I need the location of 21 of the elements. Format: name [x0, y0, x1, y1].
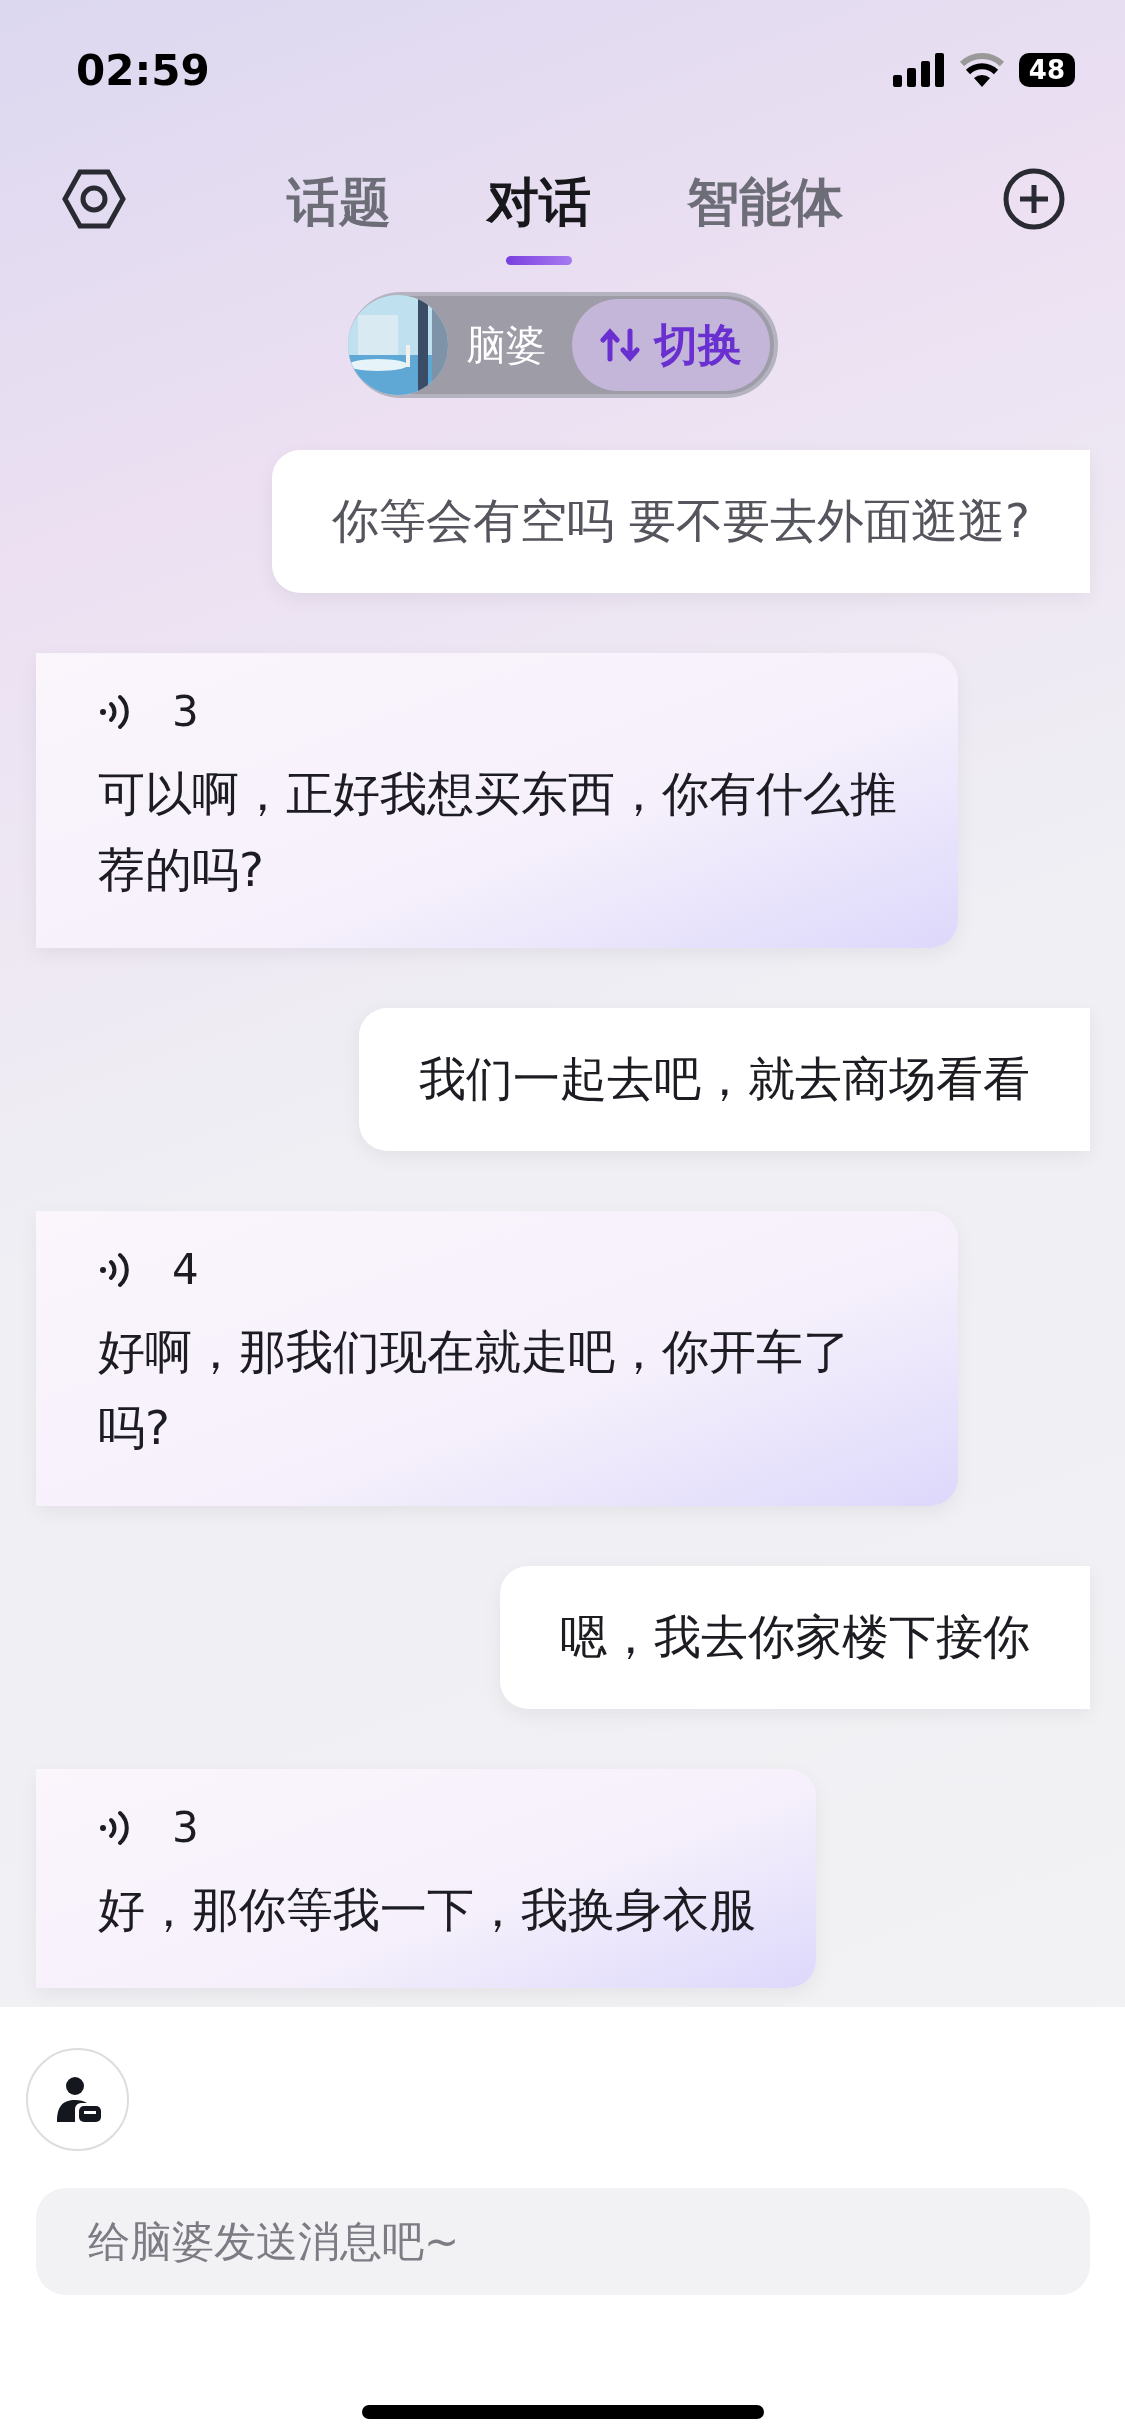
- voice-duration: 3: [172, 1803, 199, 1852]
- switch-button[interactable]: 切换: [571, 299, 770, 391]
- signal-icon: [892, 53, 945, 87]
- voice-duration: 4: [172, 1245, 199, 1294]
- voice-duration: 3: [172, 687, 199, 736]
- reply-text: 好啊，那我们现在就走吧，你开车了吗?: [98, 1323, 851, 1457]
- nav-tab[interactable]: 对话: [486, 171, 591, 265]
- character-name: 脑婆: [464, 320, 547, 370]
- nav-tab[interactable]: 智能体: [686, 171, 843, 265]
- battery-level: 48: [1018, 53, 1075, 87]
- add-icon[interactable]: [1003, 168, 1065, 230]
- settings-icon[interactable]: [62, 169, 126, 229]
- status-time: 02:59: [76, 45, 210, 95]
- message-input[interactable]: 给脑婆发送消息吧~: [36, 2188, 1090, 2295]
- reply-text: 好，那你等我一下，我换身衣服: [98, 1881, 756, 1939]
- nav-tab[interactable]: 话题: [286, 171, 391, 265]
- reply-text: 可以啊，正好我想买东西，你有什么推荐的吗?: [98, 765, 898, 899]
- user-message: 你等会有空吗 要不要去外面逛逛?: [272, 450, 1090, 593]
- user-message: 嗯，我去你家楼下接你: [500, 1566, 1090, 1709]
- user-message: 我们一起去吧，就去商场看看: [359, 1008, 1090, 1151]
- wifi-icon: [958, 53, 1005, 87]
